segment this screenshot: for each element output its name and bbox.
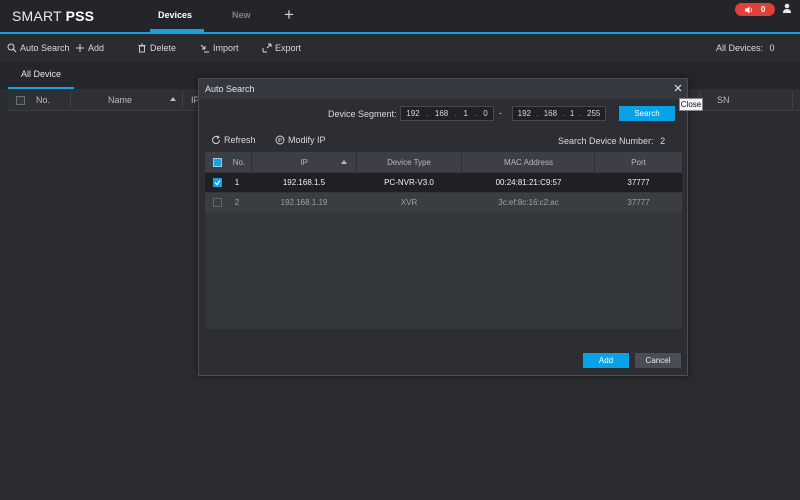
delete-label: Delete	[150, 43, 177, 53]
range-separator: -	[499, 108, 502, 118]
results-column-no[interactable]: No.	[229, 158, 249, 167]
plus-icon	[76, 44, 84, 52]
alarm-badge[interactable]: 0	[735, 3, 775, 16]
refresh-label: Refresh	[224, 135, 256, 145]
row-checkbox[interactable]	[213, 198, 222, 207]
import-button[interactable]: Import	[200, 43, 239, 53]
ip-octet[interactable]: 1	[464, 109, 468, 118]
add-label: Add	[88, 43, 105, 53]
app-logo-prefix: SMART	[12, 8, 62, 24]
row-device-type: XVR	[400, 198, 418, 207]
column-name[interactable]: Name	[108, 95, 132, 105]
refresh-button[interactable]: Refresh	[211, 135, 256, 145]
ip-octet[interactable]: 168	[435, 109, 448, 118]
speaker-icon	[744, 6, 752, 13]
row-port: 37777	[627, 178, 650, 187]
app-logo-suffix: PSS	[65, 8, 95, 24]
search-count-value: 2	[660, 136, 666, 146]
ip-octet[interactable]: 168	[544, 109, 557, 118]
auto-search-button[interactable]: Auto Search	[7, 43, 70, 53]
row-checkbox[interactable]	[213, 178, 222, 187]
device-segment-label: Device Segment:	[328, 109, 397, 119]
row-ip: 192.168.1.5	[282, 178, 326, 187]
column-sn[interactable]: SN	[717, 95, 730, 105]
sort-arrow-icon	[170, 97, 176, 101]
close-icon[interactable]	[673, 83, 683, 93]
ip-dot: .	[474, 109, 477, 118]
alarm-count: 0	[760, 5, 766, 14]
delete-button[interactable]: Delete	[137, 43, 176, 53]
modify-ip-button[interactable]: IP Modify IP	[275, 135, 326, 145]
export-icon	[262, 43, 272, 53]
select-all-checkbox[interactable]	[16, 96, 25, 105]
search-device-number: Search Device Number: 2	[558, 136, 665, 146]
row-mac: 3c:ef:8c:16:c2:ac	[498, 198, 559, 207]
ip-octet[interactable]: 0	[483, 109, 487, 118]
row-device-type: PC-NVR-V3.0	[384, 178, 434, 187]
tab-all-device[interactable]: All Device	[8, 62, 74, 89]
all-devices-value: 0	[769, 43, 775, 53]
ip-dot: .	[579, 109, 582, 118]
dialog-title-bar: Auto Search	[199, 79, 687, 99]
row-ip: 192.168.1.19	[280, 198, 328, 207]
ip-dot: .	[536, 109, 539, 118]
results-header: No. IP Device Type MAC Address Port	[205, 152, 682, 172]
search-count-label: Search Device Number:	[558, 136, 654, 146]
ip-dot: .	[454, 109, 457, 118]
top-bar: SMART PSS Devices New + 0	[0, 0, 800, 34]
search-icon	[7, 43, 17, 53]
dialog-title: Auto Search	[205, 84, 255, 94]
table-row[interactable]: 2 192.168.1.19 XVR 3c:ef:8c:16:c2:ac 377…	[205, 193, 682, 212]
end-ip-field[interactable]: 192. 168. 1. 255	[512, 106, 606, 121]
ip-octet[interactable]: 192	[518, 109, 531, 118]
user-icon[interactable]	[782, 3, 792, 14]
ip-dot: .	[426, 109, 429, 118]
import-icon	[200, 44, 209, 53]
toolbar: Auto Search Add Delete Import Export All	[0, 34, 800, 62]
cancel-button[interactable]: Cancel	[635, 353, 681, 368]
results-column-mac[interactable]: MAC Address	[462, 158, 595, 167]
column-divider	[182, 91, 183, 109]
ip-octet[interactable]: 1	[570, 109, 574, 118]
sort-arrow-icon	[341, 160, 347, 164]
export-button[interactable]: Export	[262, 43, 301, 53]
ip-octet[interactable]: 192	[406, 109, 419, 118]
close-tooltip: Close	[679, 98, 703, 111]
row-port: 37777	[627, 198, 650, 207]
modify-ip-icon: IP	[275, 135, 285, 145]
column-divider	[70, 91, 71, 109]
export-label: Export	[275, 43, 302, 53]
checkmark-icon	[214, 180, 221, 186]
svg-text:IP: IP	[278, 138, 283, 144]
trash-icon	[138, 43, 146, 53]
results-column-port[interactable]: Port	[595, 158, 682, 167]
row-no: 1	[234, 178, 240, 187]
app-logo: SMART PSS	[12, 8, 94, 24]
row-mac: 00:24:81:21:C9:57	[495, 178, 562, 187]
add-tab-button[interactable]: +	[284, 6, 294, 24]
add-selected-button[interactable]: Add	[583, 353, 629, 368]
results-column-device-type[interactable]: Device Type	[357, 158, 461, 167]
ip-dot: .	[562, 109, 565, 118]
tab-new[interactable]: New	[232, 10, 251, 20]
table-row[interactable]: 1 192.168.1.5 PC-NVR-V3.0 00:24:81:21:C9…	[205, 173, 682, 192]
select-all-results-checkbox[interactable]	[213, 158, 222, 167]
row-no: 2	[234, 198, 240, 207]
search-button[interactable]: Search	[619, 106, 675, 121]
add-button[interactable]: Add	[75, 43, 104, 53]
auto-search-dialog: Auto Search Device Segment: 192. 168. 1.…	[198, 78, 688, 376]
column-no[interactable]: No.	[36, 95, 50, 105]
all-devices-count: All Devices: 0	[716, 43, 775, 53]
auto-search-label: Auto Search	[20, 43, 70, 53]
start-ip-field[interactable]: 192. 168. 1. 0	[400, 106, 494, 121]
refresh-icon	[212, 135, 221, 145]
all-devices-label: All Devices:	[716, 43, 764, 53]
modify-ip-label: Modify IP	[288, 135, 326, 145]
tab-devices[interactable]: Devices	[158, 10, 192, 20]
search-results-table: No. IP Device Type MAC Address Port 1 19…	[205, 152, 682, 329]
import-label: Import	[213, 43, 239, 53]
ip-octet[interactable]: 255	[587, 109, 600, 118]
column-divider	[792, 91, 793, 109]
